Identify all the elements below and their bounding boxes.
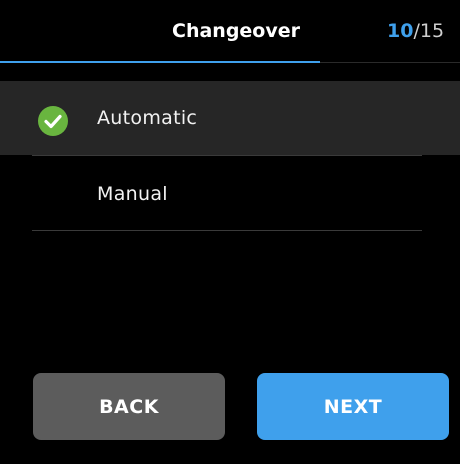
step-current: 10 <box>387 20 414 42</box>
divider <box>32 230 422 231</box>
page-title: Changeover <box>172 20 300 42</box>
option-label: Manual <box>97 183 168 205</box>
back-button[interactable]: BACK <box>33 373 225 440</box>
back-button-label: BACK <box>99 395 159 418</box>
progress-underline <box>0 61 320 63</box>
option-automatic[interactable]: Automatic <box>0 81 460 155</box>
step-counter: 10/15 <box>387 20 444 42</box>
option-label: Automatic <box>97 107 198 129</box>
header: Changeover 10/15 <box>0 0 460 64</box>
check-circle-icon <box>37 105 69 137</box>
option-manual[interactable]: Manual <box>0 156 460 230</box>
next-button-label: NEXT <box>323 395 383 418</box>
next-button[interactable]: NEXT <box>257 373 449 440</box>
progress-track <box>320 62 460 63</box>
step-total: 15 <box>419 20 445 42</box>
